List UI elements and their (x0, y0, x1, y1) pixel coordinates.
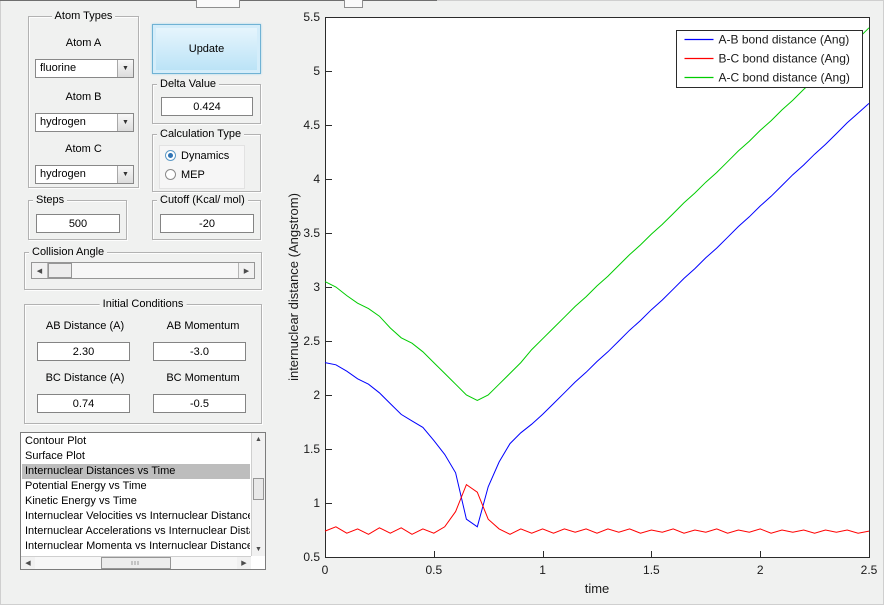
delta-value-panel: Delta Value (152, 78, 261, 124)
steps-input[interactable] (36, 214, 120, 233)
svg-text:3.5: 3.5 (303, 226, 320, 240)
steps-title: Steps (33, 194, 68, 206)
scroll-left-icon[interactable]: ◀ (32, 263, 48, 278)
initial-conditions-panel: Initial Conditions AB Distance (A) AB Mo… (24, 298, 262, 424)
plot-type-listbox: Contour Plot Surface Plot Internuclear Dis… (20, 432, 266, 570)
list-item[interactable]: Internuclear Momenta vs Internuclear Dis… (22, 539, 250, 554)
ab-momentum-input[interactable] (153, 342, 246, 361)
svg-text:B-C bond distance (Ang): B-C bond distance (Ang) (719, 52, 850, 66)
svg-text:0.5: 0.5 (425, 563, 442, 577)
list-item[interactable]: Internuclear Velocities vs Internuclear … (22, 509, 250, 524)
plot-area: 0 0.5 1 1.5 2 2.5 0.5 1 1.5 2 2.5 3 3.5 4 4.5 5 5.5 time i… (286, 0, 884, 605)
scroll-left-icon[interactable]: ◀ (21, 557, 35, 569)
delta-value-title: Delta Value (157, 78, 220, 90)
svg-text:3: 3 (313, 280, 320, 294)
atom-c-value: hydrogen (40, 168, 86, 180)
cutoff-panel: Cutoff (Kcal/ mol) (152, 194, 261, 240)
svg-text:5.5: 5.5 (303, 10, 320, 24)
listbox-horizontal-scrollbar[interactable]: ◀ ▶ (21, 556, 251, 569)
ab-distance-label: AB Distance (A) (45, 320, 125, 332)
listbox-items: Contour Plot Surface Plot Internuclear Dis… (22, 434, 250, 555)
svg-text:2.5: 2.5 (303, 334, 320, 348)
atom-b-value: hydrogen (40, 116, 86, 128)
scroll-right-icon[interactable]: ▶ (238, 263, 254, 278)
svg-text:internuclear distance (Angstro: internuclear distance (Angstrom) (286, 193, 301, 381)
calculation-type-title: Calculation Type (157, 128, 245, 140)
svg-text:1.5: 1.5 (643, 563, 660, 577)
scrollbar-track[interactable] (35, 557, 237, 569)
collision-angle-slider[interactable]: ◀ ▶ (31, 262, 255, 279)
bc-momentum-input[interactable] (153, 394, 246, 413)
atom-a-dropdown[interactable]: fluorine ▼ (35, 59, 134, 78)
scrollbar-thumb[interactable] (253, 478, 264, 500)
radio-selected-icon (165, 150, 176, 161)
list-item[interactable]: Internuclear Distances vs Time (22, 464, 250, 479)
listbox-vertical-scrollbar[interactable]: ▲ ▼ (251, 433, 265, 556)
scrollbar-thumb[interactable] (101, 557, 171, 569)
bc-momentum-label: BC Momentum (166, 372, 240, 384)
scrollbar-track[interactable] (252, 446, 265, 543)
radio-dynamics[interactable]: Dynamics (165, 149, 229, 162)
svg-text:2.5: 2.5 (861, 563, 878, 577)
radio-dynamics-label: Dynamics (181, 149, 230, 162)
scroll-up-icon[interactable]: ▲ (252, 433, 265, 446)
svg-text:4: 4 (313, 172, 320, 186)
cutoff-title: Cutoff (Kcal/ mol) (157, 194, 248, 206)
list-item[interactable]: Internuclear Accelerations vs Internucle… (22, 524, 250, 539)
atom-types-title: Atom Types (51, 10, 116, 22)
list-item[interactable]: Contour Plot (22, 434, 250, 449)
atom-types-panel: Atom Types Atom A fluorine ▼ Atom B hydr… (28, 10, 139, 188)
svg-text:2: 2 (313, 388, 320, 402)
atom-c-dropdown[interactable]: hydrogen ▼ (35, 165, 134, 184)
svg-text:A-C bond distance (Ang): A-C bond distance (Ang) (719, 71, 850, 85)
svg-text:4.5: 4.5 (303, 118, 320, 132)
svg-text:2: 2 (757, 563, 764, 577)
ab-distance-input[interactable] (37, 342, 130, 361)
svg-text:5: 5 (313, 64, 320, 78)
chevron-down-icon[interactable]: ▼ (117, 60, 133, 77)
app-window: Atom Types Atom A fluorine ▼ Atom B hydr… (0, 0, 884, 605)
atom-a-value: fluorine (40, 62, 77, 74)
atom-b-dropdown[interactable]: hydrogen ▼ (35, 113, 134, 132)
chevron-down-icon[interactable]: ▼ (117, 114, 133, 131)
list-item[interactable]: Kinetic Energy vs Time (22, 494, 250, 509)
svg-text:1: 1 (313, 496, 320, 510)
radio-unselected-icon (165, 169, 176, 180)
scroll-down-icon[interactable]: ▼ (252, 543, 265, 556)
update-button-label: Update (188, 43, 225, 55)
delta-value-input[interactable] (161, 97, 253, 116)
svg-text:0: 0 (322, 563, 329, 577)
radio-mep-label: MEP (181, 168, 205, 181)
svg-text:0.5: 0.5 (303, 550, 320, 564)
svg-text:A-B bond distance (Ang): A-B bond distance (Ang) (719, 33, 850, 47)
svg-text:1.5: 1.5 (303, 442, 320, 456)
initial-conditions-title: Initial Conditions (99, 298, 187, 310)
svg-text:1: 1 (539, 563, 546, 577)
ab-momentum-label: AB Momentum (166, 320, 240, 332)
update-button[interactable]: Update (152, 24, 261, 74)
bc-distance-input[interactable] (37, 394, 130, 413)
radio-mep[interactable]: MEP (165, 168, 205, 181)
steps-panel: Steps (28, 194, 127, 240)
atom-c-label: Atom C (65, 143, 102, 155)
chevron-down-icon[interactable]: ▼ (117, 166, 133, 183)
toolbar-fragment (196, 0, 240, 8)
cutoff-input[interactable] (160, 214, 254, 233)
scroll-right-icon[interactable]: ▶ (237, 557, 251, 569)
list-item[interactable]: Surface Plot (22, 449, 250, 464)
plot-canvas: 0 0.5 1 1.5 2 2.50.511.522.533.544.555.5timei… (286, 10, 878, 596)
calculation-type-panel: Calculation Type Dynamics MEP (152, 128, 261, 192)
slider-thumb[interactable] (48, 263, 72, 278)
slider-track[interactable] (48, 263, 238, 278)
atom-a-label: Atom A (65, 37, 102, 49)
collision-angle-panel: Collision Angle ◀ ▶ (24, 246, 262, 290)
collision-angle-title: Collision Angle (29, 246, 108, 258)
svg-text:time: time (585, 581, 610, 596)
list-item[interactable]: Potential Energy vs Time (22, 479, 250, 494)
atom-b-label: Atom B (65, 91, 102, 103)
bc-distance-label: BC Distance (A) (45, 372, 125, 384)
